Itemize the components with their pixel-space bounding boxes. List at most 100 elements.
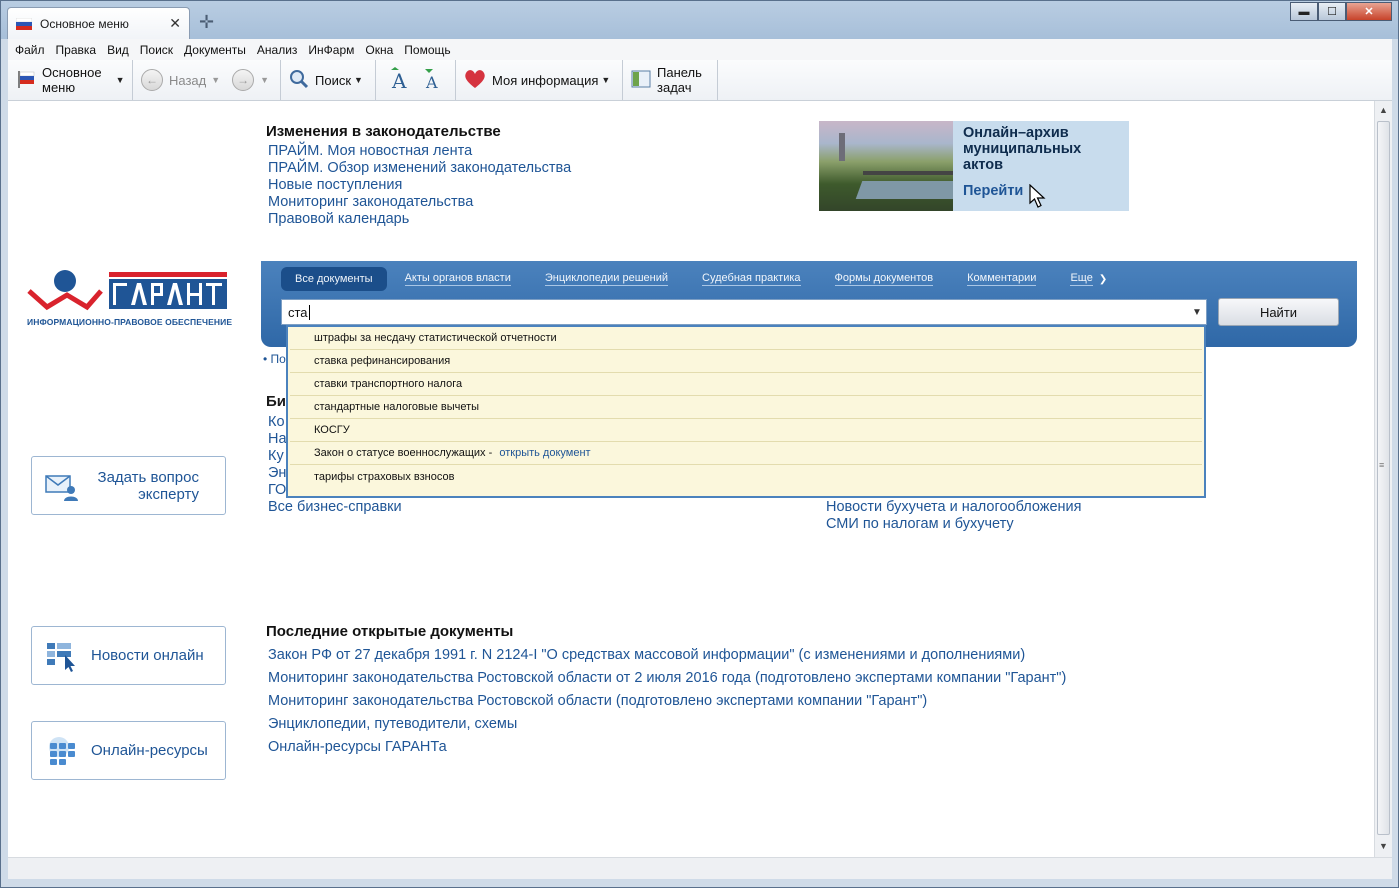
maximize-button[interactable]: ☐	[1318, 2, 1346, 21]
menu-bar: Файл Правка Вид Поиск Документы Анализ И…	[8, 39, 1392, 60]
forward-arrow-icon: →	[232, 69, 255, 91]
legislation-changes-section: Изменения в законодательстве ПРАЙМ. Моя …	[266, 123, 571, 228]
menu-search[interactable]: Поиск	[140, 43, 173, 57]
accounting-news-links: Новости бухучета и налогообложения СМИ п…	[826, 499, 1082, 533]
forward-button[interactable]: → ▼	[232, 69, 269, 91]
svg-text:A: A	[391, 69, 407, 91]
recent-doc-link[interactable]: Энциклопедии, путеводители, схемы	[268, 713, 1066, 736]
suggestion-item[interactable]: тарифы страховых взносов	[290, 465, 1202, 488]
close-window-button[interactable]: ✕	[1346, 2, 1392, 21]
search-history-dropdown-icon[interactable]: ▼	[1188, 300, 1206, 324]
tab-main-menu[interactable]: Основное меню ✕	[7, 7, 190, 39]
link-media-taxes[interactable]: СМИ по налогам и бухучету	[826, 516, 1082, 533]
search-tab-all-docs[interactable]: Все документы	[281, 267, 387, 291]
moscow-panorama-image	[819, 121, 953, 211]
suggestion-item[interactable]: штрафы за несдачу статистической отчетно…	[290, 327, 1202, 350]
ask-expert-button[interactable]: Задать вопрос эксперту	[31, 456, 226, 515]
news-online-button[interactable]: Новости онлайн	[31, 626, 226, 685]
close-tab-icon[interactable]: ✕	[169, 15, 181, 32]
search-input[interactable]: ста ▼	[281, 299, 1207, 325]
business-section-title: Би	[266, 393, 287, 410]
new-tab-icon[interactable]: ✛	[199, 12, 214, 33]
suggestion-item[interactable]: КОСГУ	[290, 419, 1202, 442]
open-document-link[interactable]: открыть документ	[499, 447, 590, 459]
minimize-button[interactable]: ▬	[1290, 2, 1318, 21]
recent-doc-link[interactable]: Закон РФ от 27 декабря 1991 г. N 2124-I …	[268, 644, 1066, 667]
svg-text:A: A	[425, 73, 438, 91]
hidden-link-po[interactable]: • По	[263, 352, 286, 366]
news-online-label: Новости онлайн	[91, 647, 204, 664]
scroll-down-icon[interactable]: ▼	[1379, 841, 1388, 851]
suggestion-item[interactable]: Закон о статусе военнослужащих - открыть…	[290, 442, 1202, 465]
menu-documents[interactable]: Документы	[184, 43, 246, 57]
task-panel-line2: задач	[657, 80, 692, 95]
search-tab-authority-acts[interactable]: Акты органов власти	[404, 272, 511, 286]
resources-tiles-icon	[45, 735, 81, 767]
font-increase-icon[interactable]: A	[388, 66, 414, 94]
search-tab-more[interactable]: Еще	[1070, 272, 1093, 286]
recent-doc-link[interactable]: Мониторинг законодательства Ростовской о…	[268, 667, 1066, 690]
promo-go-link[interactable]: Перейти	[963, 183, 1081, 199]
suggestion-text: Закон о статусе военнослужащих -	[314, 447, 496, 459]
menu-analysis[interactable]: Анализ	[257, 43, 298, 57]
search-button[interactable]: Поиск ▼	[289, 69, 363, 92]
panel-icon	[631, 69, 651, 92]
back-dropdown-icon[interactable]: ▼	[211, 75, 220, 85]
link-accounting-news[interactable]: Новости бухучета и налогообложения	[826, 499, 1082, 516]
scroll-up-icon[interactable]: ▲	[1379, 105, 1388, 115]
main-menu-button[interactable]: Основное меню ▼	[8, 60, 133, 100]
link-new-arrivals[interactable]: Новые поступления	[268, 177, 571, 194]
news-grid-icon	[45, 640, 81, 672]
main-menu-flag-icon	[16, 69, 36, 92]
suggestion-text: стандартные налоговые вычеты	[314, 401, 480, 413]
suggestion-item[interactable]: стандартные налоговые вычеты	[290, 396, 1202, 419]
menu-help[interactable]: Помощь	[404, 43, 450, 57]
suggestion-item[interactable]: ставка рефинансирования	[290, 350, 1202, 373]
search-tab-comments[interactable]: Комментарии	[967, 272, 1037, 286]
garant-logo: ИНФОРМАЦИОННО-ПРАВОВОЕ ОБЕСПЕЧЕНИЕ	[27, 269, 232, 329]
recent-doc-link[interactable]: Мониторинг законодательства Ростовской о…	[268, 690, 1066, 713]
suggestion-text: ставка рефинансирования	[314, 355, 451, 367]
menu-windows[interactable]: Окна	[365, 43, 393, 57]
title-bar: Основное меню ✕ ✛ ▬ ☐ ✕	[1, 1, 1398, 39]
link-legal-calendar[interactable]: Правовой календарь	[268, 211, 571, 228]
vertical-scrollbar[interactable]: ▲ ≡ ▼	[1374, 101, 1392, 857]
link-monitoring[interactable]: Мониторинг законодательства	[268, 194, 571, 211]
recent-documents-section: Последние открытые документы Закон РФ от…	[266, 623, 1066, 759]
search-tab-encyclopedia[interactable]: Энциклопедии решений	[544, 272, 669, 286]
back-button[interactable]: ← Назад ▼	[141, 69, 220, 91]
forward-dropdown-icon[interactable]: ▼	[260, 75, 269, 85]
font-decrease-icon[interactable]: A	[422, 67, 444, 94]
find-button[interactable]: Найти	[1218, 298, 1339, 326]
menu-edit[interactable]: Правка	[56, 43, 97, 57]
suggestion-item[interactable]: ставки транспортного налога	[290, 373, 1202, 396]
chevron-down-icon[interactable]: ▼	[116, 75, 125, 85]
chevron-down-icon[interactable]: ❯	[1099, 274, 1107, 285]
my-info-button[interactable]: Моя информация ▼	[464, 69, 610, 92]
more-label: Еще	[1070, 272, 1093, 284]
menu-view[interactable]: Вид	[107, 43, 129, 57]
search-tab-doc-forms[interactable]: Формы документов	[834, 272, 934, 286]
back-arrow-icon: ←	[141, 69, 163, 91]
link-all-business-refs[interactable]: Все бизнес-справки	[268, 499, 402, 516]
link-prime-review[interactable]: ПРАЙМ. Обзор изменений законодательства	[268, 160, 571, 177]
scroll-grip-icon: ≡	[1379, 460, 1385, 470]
search-tab-court-practice[interactable]: Судебная практика	[702, 272, 801, 286]
search-dropdown-icon: ▼	[354, 75, 363, 85]
recent-doc-link[interactable]: Онлайн-ресурсы ГАРАНТа	[268, 736, 1066, 759]
magnifier-icon	[289, 69, 309, 92]
back-label: Назад	[169, 72, 207, 88]
ask-expert-line2: эксперту	[138, 485, 199, 503]
scrollbar-thumb[interactable]	[1377, 121, 1390, 835]
app-window: Основное меню ✕ ✛ ▬ ☐ ✕ Файл Правка Вид …	[0, 0, 1399, 888]
my-info-dropdown-icon: ▼	[601, 75, 611, 85]
task-panel-button[interactable]: Панель задач	[631, 65, 702, 95]
menu-file[interactable]: Файл	[15, 43, 45, 57]
online-resources-button[interactable]: Онлайн-ресурсы	[31, 721, 226, 780]
menu-infarm[interactable]: ИнФарм	[308, 43, 354, 57]
toolbar: Основное меню ▼ ← Назад ▼ → ▼ Поиск ▼ A …	[8, 60, 1392, 101]
municipal-archive-promo[interactable]: Онлайн–архив муниципальных актов Перейти	[819, 121, 1129, 211]
suggestion-text: тарифы страховых взносов	[314, 470, 455, 483]
recent-documents-title: Последние открытые документы	[266, 623, 514, 640]
link-prime-news-feed[interactable]: ПРАЙМ. Моя новостная лента	[268, 143, 571, 160]
